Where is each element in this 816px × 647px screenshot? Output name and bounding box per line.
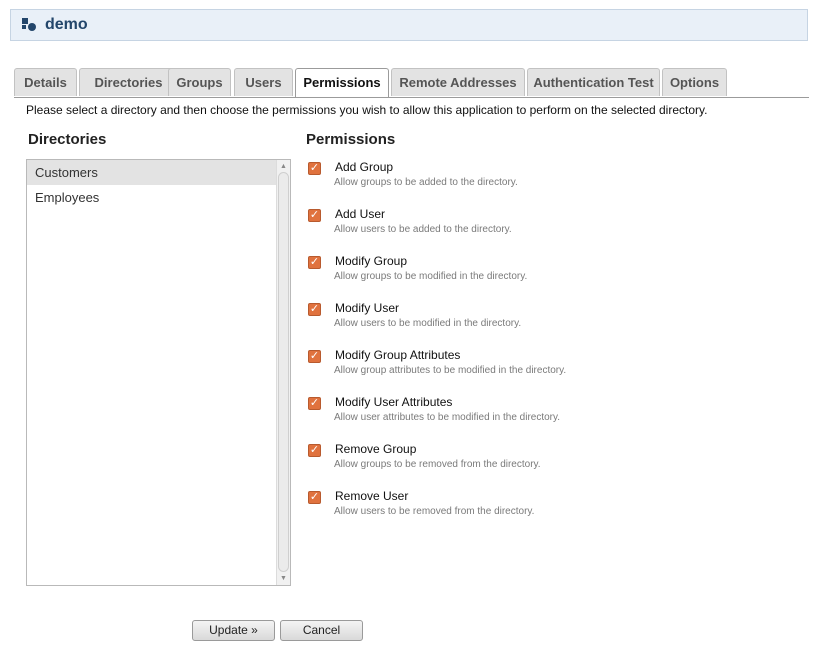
modify-user-checkbox[interactable]: ✓ <box>308 303 321 316</box>
modify-group-checkbox[interactable]: ✓ <box>308 256 321 269</box>
permission-label: Modify User Attributes <box>335 395 453 409</box>
scrollbar-thumb[interactable] <box>278 172 289 572</box>
cancel-button[interactable]: Cancel <box>280 620 363 641</box>
permission-description: Allow users to be removed from the direc… <box>334 506 535 517</box>
permission-description: Allow groups to be removed from the dire… <box>334 459 541 470</box>
directory-item-employees[interactable]: Employees <box>27 185 277 210</box>
permission-description: Allow users to be added to the directory… <box>334 224 512 235</box>
tab-remote-addresses[interactable]: Remote Addresses <box>391 68 525 96</box>
tab-users[interactable]: Users <box>234 68 293 96</box>
add-group-checkbox[interactable]: ✓ <box>308 162 321 175</box>
tab-directories[interactable]: Directories <box>79 68 178 96</box>
modify-user-attributes-checkbox[interactable]: ✓ <box>308 397 321 410</box>
permission-label: Add Group <box>335 160 394 174</box>
remove-group-checkbox[interactable]: ✓ <box>308 444 321 457</box>
permission-label: Remove Group <box>335 442 417 456</box>
directory-list-scrollbar[interactable]: ▲ ▼ <box>276 160 290 585</box>
scroll-down-icon[interactable]: ▼ <box>277 573 290 584</box>
permission-label: Modify Group <box>335 254 408 268</box>
permission-description: Allow user attributes to be modified in … <box>334 412 561 423</box>
permission-label: Add User <box>335 207 386 221</box>
tab-groups[interactable]: Groups <box>168 68 231 96</box>
permissions-heading: Permissions <box>306 131 396 148</box>
modify-group-attributes-checkbox[interactable]: ✓ <box>308 350 321 363</box>
tab-authentication-test[interactable]: Authentication Test <box>527 68 660 96</box>
instructions-text: Please select a directory and then choos… <box>26 103 708 117</box>
directories-heading: Directories <box>28 131 107 148</box>
permission-description: Allow users to be modified in the direct… <box>334 318 522 329</box>
permission-description: Allow group attributes to be modified in… <box>334 365 567 376</box>
add-user-checkbox[interactable]: ✓ <box>308 209 321 222</box>
tab-details[interactable]: Details <box>14 68 77 96</box>
remove-user-checkbox[interactable]: ✓ <box>308 491 321 504</box>
permission-description: Allow groups to be added to the director… <box>334 177 518 188</box>
scroll-up-icon[interactable]: ▲ <box>277 161 290 172</box>
tab-permissions[interactable]: Permissions <box>295 68 389 98</box>
tab-divider <box>14 97 809 98</box>
atlassian-crowd-icon <box>22 18 36 31</box>
permission-label: Modify Group Attributes <box>335 348 461 362</box>
permission-description: Allow groups to be modified in the direc… <box>334 271 528 282</box>
directory-list[interactable]: Customers Employees ▲ ▼ <box>26 159 291 586</box>
directory-item-customers[interactable]: Customers <box>27 160 277 185</box>
app-title: demo <box>45 16 88 33</box>
update-button[interactable]: Update » <box>192 620 275 641</box>
app-header: demo <box>10 9 808 41</box>
tab-options[interactable]: Options <box>662 68 727 96</box>
permission-label: Remove User <box>335 489 409 503</box>
permission-label: Modify User <box>335 301 400 315</box>
